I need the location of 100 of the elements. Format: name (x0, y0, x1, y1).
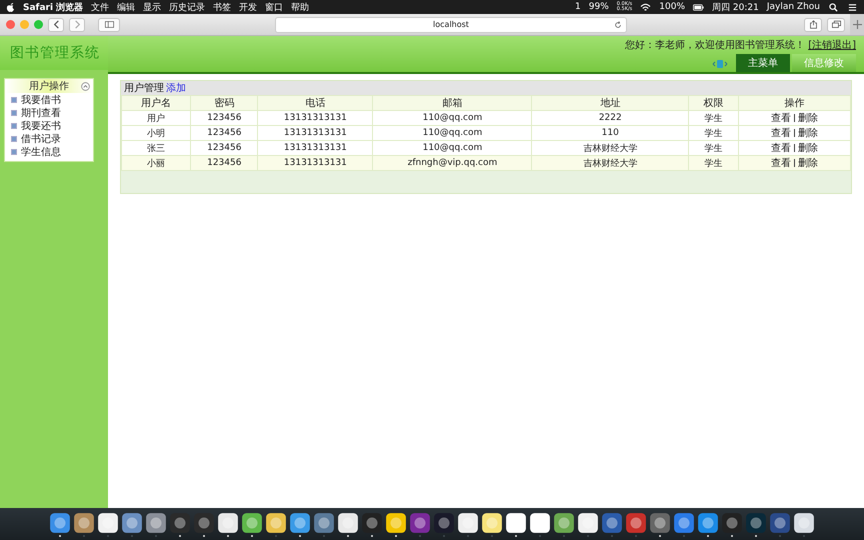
view-link[interactable]: 查看 (770, 158, 791, 169)
site-logo: 图书管理系统 (0, 36, 108, 70)
app-icon[interactable] (673, 512, 695, 534)
app-icon[interactable] (577, 512, 599, 534)
sidebar-button[interactable] (98, 18, 120, 32)
address-bar[interactable]: localhost (275, 16, 627, 32)
speaker-icon (712, 59, 728, 69)
view-link[interactable]: 查看 (770, 113, 791, 124)
app-icon[interactable] (553, 512, 575, 534)
table-cell: 2222 (532, 110, 689, 126)
notification-count[interactable]: 1 (575, 2, 581, 12)
logout-link[interactable]: [注销退出] (808, 38, 856, 52)
bullet-icon (11, 110, 17, 116)
table-cell: 学生 (688, 110, 738, 126)
table-cell: 13131313131 (258, 156, 373, 170)
wifi-icon[interactable] (640, 2, 652, 12)
column-header: 邮箱 (372, 96, 532, 110)
column-header: 电话 (258, 96, 373, 110)
panel-title: 用户管理 (124, 82, 164, 95)
view-link[interactable]: 查看 (770, 143, 791, 154)
app-icon[interactable] (313, 512, 335, 534)
table-cell: 123456 (190, 126, 258, 140)
table-cell: 小明 (122, 126, 191, 140)
menu-item[interactable]: 文件 (91, 0, 110, 14)
panel-title: 用户操作 (29, 80, 69, 93)
list-icon[interactable] (847, 2, 858, 12)
app-icon[interactable] (649, 512, 671, 534)
delete-link[interactable]: 删除 (798, 113, 818, 124)
reload-icon[interactable] (614, 20, 622, 28)
app-icon[interactable] (481, 512, 503, 534)
table-cell: 110 (532, 126, 689, 140)
share-icon (808, 20, 818, 29)
column-header: 权限 (688, 96, 738, 110)
app-icon[interactable] (385, 512, 407, 534)
sidebar-link[interactable]: 学生信息 (21, 144, 61, 158)
menu-item[interactable]: 编辑 (117, 0, 136, 14)
table-cell: 用户 (122, 110, 191, 126)
table-cell: 110@qq.com (372, 110, 532, 126)
app-icon[interactable] (121, 512, 143, 534)
user-name[interactable]: Jaylan Zhou (766, 2, 820, 12)
app-icon[interactable] (241, 512, 263, 534)
app-icon[interactable] (97, 512, 119, 534)
table-cell: 110@qq.com (372, 126, 532, 140)
sidebar-link[interactable]: 我要借书 (21, 92, 61, 106)
app-icon[interactable] (289, 512, 311, 534)
sidebar-link[interactable]: 借书记录 (21, 132, 61, 146)
add-link[interactable]: 添加 (166, 81, 186, 95)
app-menu[interactable]: Safari 浏览器 (23, 0, 84, 14)
menu-item[interactable]: 显示 (143, 0, 162, 14)
app-icon[interactable] (49, 512, 71, 534)
column-header: 操作 (738, 96, 850, 110)
delete-link[interactable]: 删除 (798, 158, 818, 169)
table-cell: 13131313131 (258, 110, 373, 126)
app-icon[interactable] (529, 512, 551, 534)
app-icon[interactable] (793, 512, 815, 534)
app-icon[interactable] (217, 512, 239, 534)
app-icon[interactable] (265, 512, 287, 534)
plus-icon (852, 20, 862, 29)
sidebar-icon (104, 20, 114, 29)
table-cell: 13131313131 (258, 126, 373, 140)
sidebar-link[interactable]: 期刊查看 (21, 106, 61, 120)
app-icon[interactable] (337, 512, 359, 534)
menu-item[interactable]: 开发 (239, 0, 258, 14)
menu-item[interactable]: 历史记录 (169, 0, 206, 14)
app-icon[interactable] (457, 512, 479, 534)
column-header: 密码 (190, 96, 258, 110)
clock[interactable]: 周四 20:21 (712, 0, 759, 14)
nav-tab[interactable]: 主菜单 (736, 54, 790, 72)
bullet-icon (11, 148, 17, 154)
chevron-left-icon (52, 20, 60, 29)
back-button[interactable] (48, 18, 64, 32)
app-icon[interactable] (697, 512, 719, 534)
battery-icon[interactable] (693, 2, 704, 12)
sidebar-link[interactable]: 我要还书 (21, 118, 61, 132)
menu-item[interactable]: 书签 (213, 0, 232, 14)
collapse-icon[interactable] (81, 82, 90, 90)
column-header: 用户名 (122, 96, 191, 110)
bullet-icon (11, 136, 17, 142)
app-icon[interactable] (505, 512, 527, 534)
table-cell: 123456 (190, 110, 258, 126)
table-cell: 小丽 (122, 156, 191, 170)
app-icon[interactable] (73, 512, 95, 534)
tabs-icon (832, 20, 840, 29)
chevron-right-icon (72, 20, 82, 29)
share-button[interactable] (804, 18, 822, 32)
battery-saver-reading[interactable]: 99% (588, 2, 609, 12)
apple-icon[interactable] (6, 2, 15, 12)
delete-link[interactable]: 删除 (798, 143, 818, 154)
app-icon[interactable] (145, 512, 167, 534)
table-cell: 吉林财经大学 (532, 156, 689, 170)
table-cell: 学生 (688, 126, 738, 140)
battery-percentage[interactable]: 100% (659, 2, 686, 12)
search-icon[interactable] (828, 2, 839, 12)
view-link[interactable]: 查看 (770, 128, 791, 139)
bullet-icon (11, 96, 17, 102)
delete-link[interactable]: 删除 (798, 128, 818, 139)
tabs-button[interactable] (827, 18, 845, 32)
menu-item[interactable]: 窗口 (265, 0, 284, 14)
table-cell: zfnngh@vip.qq.com (372, 156, 532, 170)
menu-item[interactable]: 帮助 (291, 0, 310, 14)
